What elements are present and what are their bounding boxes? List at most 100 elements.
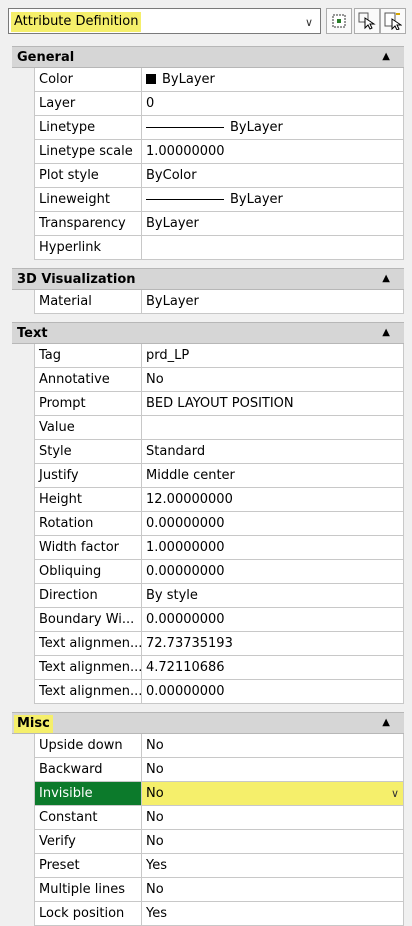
property-row[interactable]: Linetype ByLayer [12, 116, 404, 140]
property-name: Height [34, 488, 142, 512]
property-row[interactable]: Hyperlink [12, 236, 404, 260]
property-row[interactable]: Layer 0 [12, 92, 404, 116]
property-value[interactable]: No [142, 806, 404, 830]
property-value[interactable]: 0.00000000 [142, 680, 404, 704]
property-row[interactable]: Width factor 1.00000000 [12, 536, 404, 560]
select-objects-button[interactable] [354, 8, 380, 34]
property-value[interactable]: ByLayer [142, 290, 404, 314]
collapse-icon[interactable]: ▲ [382, 273, 390, 284]
property-row[interactable]: Lock position Yes [12, 902, 404, 926]
property-value[interactable]: ByLayer [142, 188, 404, 212]
property-name: Justify [34, 464, 142, 488]
section-header[interactable]: Misc ▲ [12, 712, 404, 734]
property-name: Multiple lines [34, 878, 142, 902]
property-row[interactable]: Multiple lines No [12, 878, 404, 902]
collapse-icon[interactable]: ▲ [382, 327, 390, 338]
property-value-text: No [146, 762, 164, 777]
property-row[interactable]: Text alignmen... 0.00000000 [12, 680, 404, 704]
property-value[interactable]: Standard [142, 440, 404, 464]
property-row[interactable]: Linetype scale 1.00000000 [12, 140, 404, 164]
property-row[interactable]: Annotative No [12, 368, 404, 392]
property-row[interactable]: Verify No [12, 830, 404, 854]
quick-select-button[interactable] [380, 8, 406, 34]
property-row[interactable]: Upside down No [12, 734, 404, 758]
property-value[interactable]: No ∨ [142, 782, 404, 806]
property-row[interactable]: Value [12, 416, 404, 440]
property-name: Lock position [34, 902, 142, 926]
property-row[interactable]: Prompt BED LAYOUT POSITION [12, 392, 404, 416]
property-row[interactable]: Constant No [12, 806, 404, 830]
property-row[interactable]: Rotation 0.00000000 [12, 512, 404, 536]
property-row[interactable]: Obliquing 0.00000000 [12, 560, 404, 584]
property-value[interactable]: ByColor [142, 164, 404, 188]
property-value[interactable]: 12.00000000 [142, 488, 404, 512]
chevron-down-icon[interactable]: ∨ [391, 782, 399, 805]
object-type-dropdown[interactable]: Attribute Definition ∨ [8, 8, 321, 34]
property-value[interactable]: 1.00000000 [142, 536, 404, 560]
section-header[interactable]: 3D Visualization ▲ [12, 268, 404, 290]
property-row[interactable]: Text alignmen... 4.72110686 [12, 656, 404, 680]
property-value-text: No [146, 786, 164, 801]
property-row[interactable]: Invisible No ∨ [12, 782, 404, 806]
row-gutter [12, 560, 34, 584]
property-row[interactable]: Tag prd_LP [12, 344, 404, 368]
property-value[interactable]: Middle center [142, 464, 404, 488]
property-value[interactable]: 0 [142, 92, 404, 116]
property-value[interactable]: No [142, 878, 404, 902]
row-gutter [12, 164, 34, 188]
property-value[interactable]: 0.00000000 [142, 608, 404, 632]
property-value[interactable]: No [142, 758, 404, 782]
property-value[interactable]: By style [142, 584, 404, 608]
property-value[interactable]: 72.73735193 [142, 632, 404, 656]
property-name: Upside down [34, 734, 142, 758]
property-name: Backward [34, 758, 142, 782]
quick-select-icon [384, 12, 402, 30]
property-value[interactable]: prd_LP [142, 344, 404, 368]
section-title: Misc [14, 715, 53, 733]
property-row[interactable]: Transparency ByLayer [12, 212, 404, 236]
property-row[interactable]: Justify Middle center [12, 464, 404, 488]
property-row[interactable]: Color ByLayer [12, 68, 404, 92]
property-value[interactable]: ByLayer [142, 212, 404, 236]
property-value[interactable]: Yes [142, 854, 404, 878]
property-row[interactable]: Text alignmen... 72.73735193 [12, 632, 404, 656]
property-value[interactable]: 0.00000000 [142, 560, 404, 584]
section-header[interactable]: Text ▲ [12, 322, 404, 344]
property-row[interactable]: Direction By style [12, 584, 404, 608]
property-row[interactable]: Preset Yes [12, 854, 404, 878]
property-row[interactable]: Plot style ByColor [12, 164, 404, 188]
property-value[interactable]: 1.00000000 [142, 140, 404, 164]
property-row[interactable]: Style Standard [12, 440, 404, 464]
property-row[interactable]: Material ByLayer [12, 290, 404, 314]
property-value-text: 0 [146, 96, 155, 111]
property-name: Lineweight [34, 188, 142, 212]
chevron-down-icon[interactable]: ∨ [300, 12, 318, 32]
property-value[interactable] [142, 236, 404, 260]
property-name: Color [34, 68, 142, 92]
property-value[interactable]: No [142, 368, 404, 392]
property-value[interactable]: No [142, 830, 404, 854]
property-value-text: No [146, 810, 164, 825]
property-value-text: 0.00000000 [146, 612, 225, 627]
property-value[interactable]: No [142, 734, 404, 758]
property-value[interactable] [142, 416, 404, 440]
row-gutter [12, 734, 34, 758]
property-value[interactable]: Yes [142, 902, 404, 926]
property-value-text: No [146, 372, 164, 387]
property-name: Annotative [34, 368, 142, 392]
section-header[interactable]: General ▲ [12, 46, 404, 68]
property-row[interactable]: Height 12.00000000 [12, 488, 404, 512]
property-value-text: 72.73735193 [146, 636, 233, 651]
property-value[interactable]: 4.72110686 [142, 656, 404, 680]
property-row[interactable]: Boundary Wi... 0.00000000 [12, 608, 404, 632]
property-value[interactable]: 0.00000000 [142, 512, 404, 536]
property-value[interactable]: ByLayer [142, 116, 404, 140]
property-row[interactable]: Lineweight ByLayer [12, 188, 404, 212]
property-row[interactable]: Backward No [12, 758, 404, 782]
property-value-text: Yes [146, 906, 167, 921]
property-value[interactable]: ByLayer [142, 68, 404, 92]
collapse-icon[interactable]: ▲ [382, 717, 390, 728]
collapse-icon[interactable]: ▲ [382, 51, 390, 62]
property-value[interactable]: BED LAYOUT POSITION [142, 392, 404, 416]
toggle-pickadd-button[interactable] [326, 8, 352, 34]
